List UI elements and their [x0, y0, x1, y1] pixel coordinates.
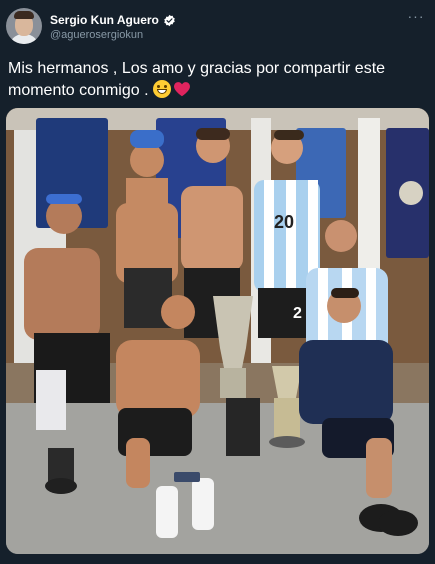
verified-badge-icon [164, 14, 175, 26]
kit-number-20: 20 [274, 212, 294, 232]
avatar[interactable] [6, 8, 42, 44]
kit-number-2: 2 [293, 305, 302, 322]
celebration-photo-illustration: 20 2 [6, 108, 429, 554]
tweet-card: Sergio Kun Aguero @aguerosergiokun ··· M… [0, 0, 435, 564]
red-heart-icon [173, 82, 190, 97]
author-name[interactable]: Sergio Kun Aguero [50, 13, 159, 27]
more-options-icon[interactable]: ··· [406, 9, 426, 26]
tweet-body: Mis hermanos , Los amo y gracias por com… [8, 60, 386, 99]
author-name-row[interactable]: Sergio Kun Aguero [50, 11, 176, 29]
grinning-face-icon [152, 80, 171, 98]
author-handle[interactable]: @aguerosergiokun [50, 29, 143, 41]
tweet-header: Sergio Kun Aguero @aguerosergiokun ··· [6, 8, 430, 48]
tweet-text: Mis hermanos , Los amo y gracias por com… [8, 58, 428, 102]
tweet-photo[interactable]: 20 2 [6, 108, 429, 554]
